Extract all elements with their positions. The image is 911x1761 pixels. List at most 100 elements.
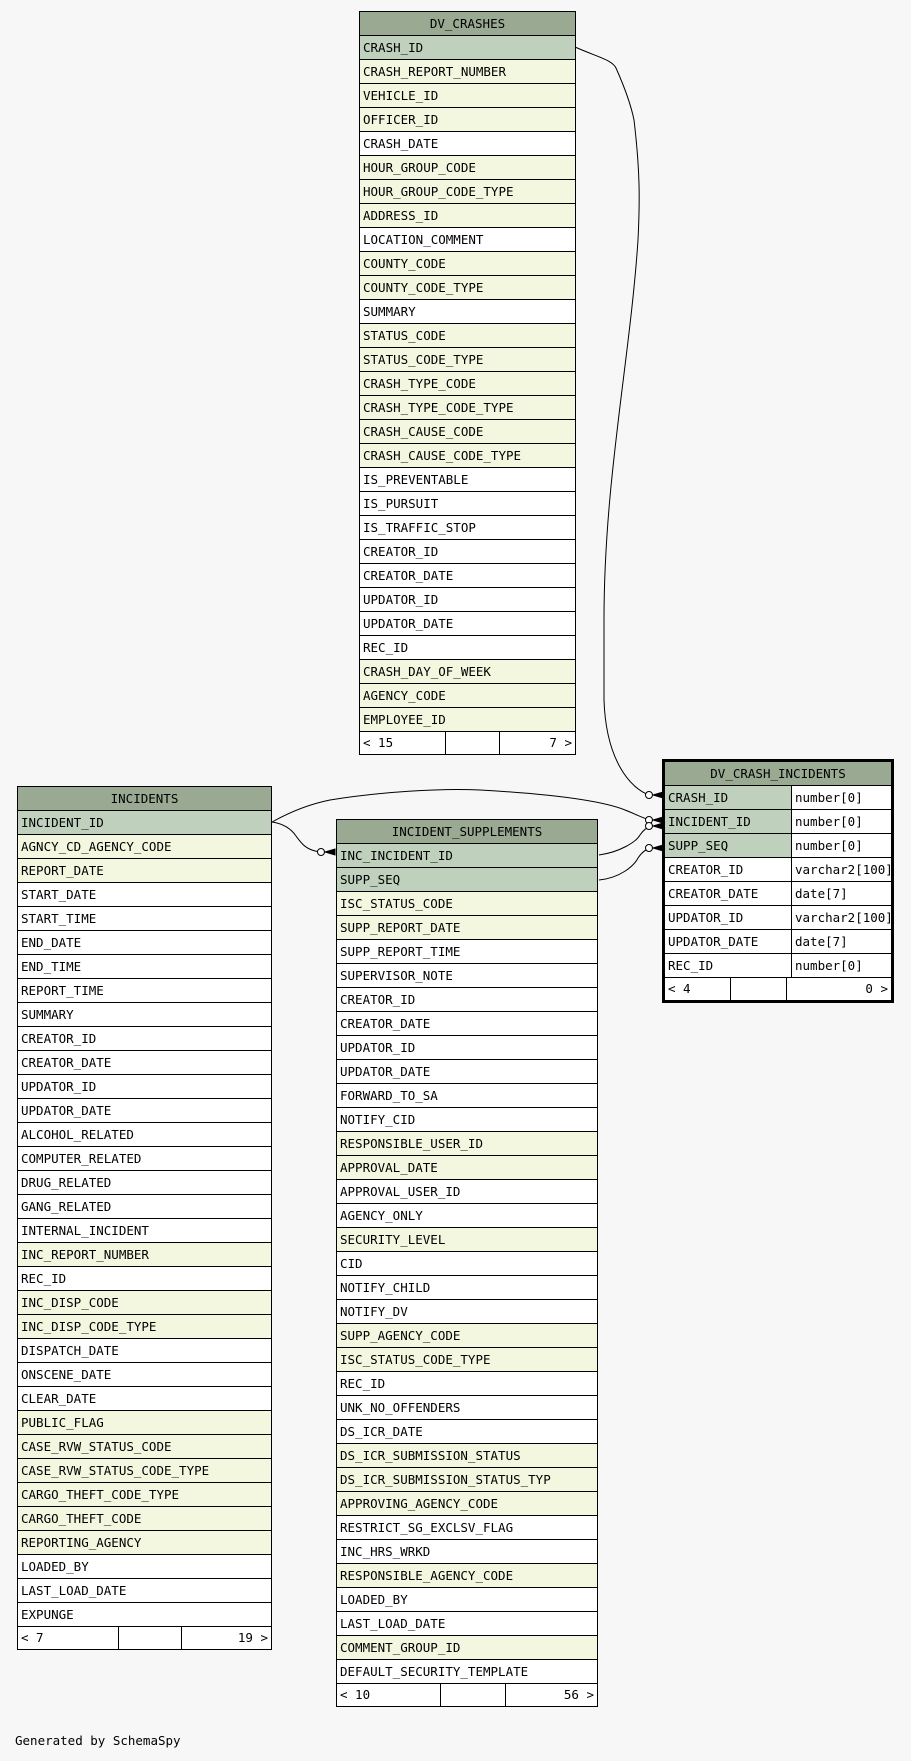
column-row[interactable]: REC_ID number[0] (665, 954, 891, 978)
column-row[interactable]: CASE_RVW_STATUS_CODE_TYPE (18, 1459, 271, 1483)
column-row[interactable]: STATUS_CODE (360, 324, 575, 348)
column-row[interactable]: INC_INCIDENT_ID (337, 844, 597, 868)
column-row[interactable]: CRASH_DATE (360, 132, 575, 156)
column-row[interactable]: RESPONSIBLE_AGENCY_CODE (337, 1564, 597, 1588)
table-incident-supplements[interactable]: INCIDENT_SUPPLEMENTS INC_INCIDENT_ID SUPP… (336, 819, 598, 1707)
column-row[interactable]: SUMMARY (360, 300, 575, 324)
column-row[interactable]: CREATOR_ID (360, 540, 575, 564)
column-row[interactable]: OFFICER_ID (360, 108, 575, 132)
column-row[interactable]: SECURITY_LEVEL (337, 1228, 597, 1252)
column-row[interactable]: CREATOR_ID (18, 1027, 271, 1051)
column-row[interactable]: REPORT_TIME (18, 979, 271, 1003)
column-row[interactable]: AGNCY_CD_AGENCY_CODE (18, 835, 271, 859)
column-row[interactable]: SUPP_SEQ number[0] (665, 834, 891, 858)
column-row[interactable]: APPROVAL_DATE (337, 1156, 597, 1180)
column-row[interactable]: CRASH_DAY_OF_WEEK (360, 660, 575, 684)
column-row[interactable]: UPDATOR_ID (360, 588, 575, 612)
column-row[interactable]: HOUR_GROUP_CODE_TYPE (360, 180, 575, 204)
column-row[interactable]: INTERNAL_INCIDENT (18, 1219, 271, 1243)
column-row[interactable]: CREATOR_DATE (18, 1051, 271, 1075)
column-row[interactable]: CREATOR_ID varchar2[100] (665, 858, 891, 882)
column-row[interactable]: APPROVAL_USER_ID (337, 1180, 597, 1204)
column-row[interactable]: INC_REPORT_NUMBER (18, 1243, 271, 1267)
column-row[interactable]: UPDATOR_DATE (360, 612, 575, 636)
column-row[interactable]: GANG_RELATED (18, 1195, 271, 1219)
column-row[interactable]: DS_ICR_SUBMISSION_STATUS_TYP (337, 1468, 597, 1492)
column-row[interactable]: LAST_LOAD_DATE (18, 1579, 271, 1603)
column-row[interactable]: EMPLOYEE_ID (360, 708, 575, 732)
column-row[interactable]: CLEAR_DATE (18, 1387, 271, 1411)
column-row[interactable]: CRASH_ID (360, 36, 575, 60)
column-row[interactable]: SUPERVISOR_NOTE (337, 964, 597, 988)
column-row[interactable]: END_TIME (18, 955, 271, 979)
column-row[interactable]: CID (337, 1252, 597, 1276)
column-row[interactable]: UPDATOR_DATE (18, 1099, 271, 1123)
column-row[interactable]: INC_HRS_WRKD (337, 1540, 597, 1564)
column-row[interactable]: UPDATOR_ID (337, 1036, 597, 1060)
column-row[interactable]: AGENCY_CODE (360, 684, 575, 708)
column-row[interactable]: IS_PURSUIT (360, 492, 575, 516)
column-row[interactable]: SUPP_AGENCY_CODE (337, 1324, 597, 1348)
column-row[interactable]: UPDATOR_ID varchar2[100] (665, 906, 891, 930)
column-row[interactable]: INC_DISP_CODE (18, 1291, 271, 1315)
table-incidents[interactable]: INCIDENTS INCIDENT_ID AGNCY_CD_AGENCY_COD… (17, 786, 272, 1650)
column-row[interactable]: RESPONSIBLE_USER_ID (337, 1132, 597, 1156)
column-row[interactable]: DEFAULT_SECURITY_TEMPLATE (337, 1660, 597, 1684)
column-row[interactable]: DS_ICR_DATE (337, 1420, 597, 1444)
column-row[interactable]: ADDRESS_ID (360, 204, 575, 228)
column-row[interactable]: UPDATOR_DATE (337, 1060, 597, 1084)
column-row[interactable]: REC_ID (360, 636, 575, 660)
column-row[interactable]: CREATOR_DATE date[7] (665, 882, 891, 906)
column-row[interactable]: FORWARD_TO_SA (337, 1084, 597, 1108)
column-row[interactable]: NOTIFY_CHILD (337, 1276, 597, 1300)
column-row[interactable]: CREATOR_DATE (337, 1012, 597, 1036)
column-row[interactable]: CASE_RVW_STATUS_CODE (18, 1435, 271, 1459)
column-row[interactable]: HOUR_GROUP_CODE (360, 156, 575, 180)
table-dv-crashes[interactable]: DV_CRASHES CRASH_ID CRASH_REPORT_NUMBER VE… (359, 11, 576, 755)
column-row[interactable]: LAST_LOAD_DATE (337, 1612, 597, 1636)
column-row[interactable]: LOCATION_COMMENT (360, 228, 575, 252)
column-row[interactable]: ISC_STATUS_CODE_TYPE (337, 1348, 597, 1372)
column-row[interactable]: CRASH_REPORT_NUMBER (360, 60, 575, 84)
column-row[interactable]: ALCOHOL_RELATED (18, 1123, 271, 1147)
column-row[interactable]: NOTIFY_CID (337, 1108, 597, 1132)
column-row[interactable]: CRASH_ID number[0] (665, 786, 891, 810)
column-row[interactable]: CREATOR_ID (337, 988, 597, 1012)
column-row[interactable]: ONSCENE_DATE (18, 1363, 271, 1387)
column-row[interactable]: CARGO_THEFT_CODE (18, 1507, 271, 1531)
column-row[interactable]: CRASH_TYPE_CODE (360, 372, 575, 396)
column-row[interactable]: CRASH_TYPE_CODE_TYPE (360, 396, 575, 420)
column-row[interactable]: REC_ID (18, 1267, 271, 1291)
column-row[interactable]: CREATOR_DATE (360, 564, 575, 588)
column-row[interactable]: REC_ID (337, 1372, 597, 1396)
column-row[interactable]: SUPP_REPORT_TIME (337, 940, 597, 964)
column-row[interactable]: INC_DISP_CODE_TYPE (18, 1315, 271, 1339)
column-row[interactable]: UPDATOR_ID (18, 1075, 271, 1099)
column-row[interactable]: LOADED_BY (337, 1588, 597, 1612)
column-row[interactable]: END_DATE (18, 931, 271, 955)
column-row[interactable]: REPORT_DATE (18, 859, 271, 883)
column-row[interactable]: DISPATCH_DATE (18, 1339, 271, 1363)
column-row[interactable]: COMMENT_GROUP_ID (337, 1636, 597, 1660)
column-row[interactable]: IS_PREVENTABLE (360, 468, 575, 492)
column-row[interactable]: DRUG_RELATED (18, 1171, 271, 1195)
column-row[interactable]: COUNTY_CODE_TYPE (360, 276, 575, 300)
column-row[interactable]: INCIDENT_ID (18, 811, 271, 835)
column-row[interactable]: DS_ICR_SUBMISSION_STATUS (337, 1444, 597, 1468)
column-row[interactable]: AGENCY_ONLY (337, 1204, 597, 1228)
column-row[interactable]: ISC_STATUS_CODE (337, 892, 597, 916)
column-row[interactable]: CARGO_THEFT_CODE_TYPE (18, 1483, 271, 1507)
column-row[interactable]: LOADED_BY (18, 1555, 271, 1579)
column-row[interactable]: NOTIFY_DV (337, 1300, 597, 1324)
column-row[interactable]: PUBLIC_FLAG (18, 1411, 271, 1435)
column-row[interactable]: START_DATE (18, 883, 271, 907)
column-row[interactable]: SUMMARY (18, 1003, 271, 1027)
column-row[interactable]: APPROVING_AGENCY_CODE (337, 1492, 597, 1516)
table-dv-crash-incidents[interactable]: DV_CRASH_INCIDENTS CRASH_ID number[0] INCI… (662, 759, 894, 1003)
column-row[interactable]: UPDATOR_DATE date[7] (665, 930, 891, 954)
column-row[interactable]: VEHICLE_ID (360, 84, 575, 108)
column-row[interactable]: SUPP_REPORT_DATE (337, 916, 597, 940)
column-row[interactable]: COUNTY_CODE (360, 252, 575, 276)
column-row[interactable]: COMPUTER_RELATED (18, 1147, 271, 1171)
column-row[interactable]: IS_TRAFFIC_STOP (360, 516, 575, 540)
